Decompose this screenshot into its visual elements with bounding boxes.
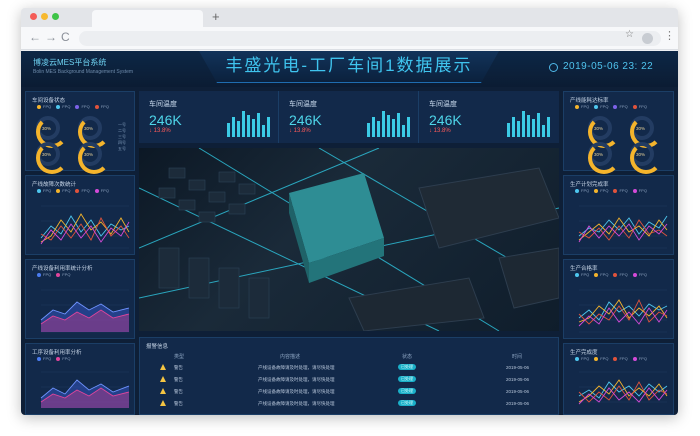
browser-window: + ← → C ☆ ⋮ 博凌云MES平台系统 Bolin MES Backgro… xyxy=(21,8,678,415)
factory-scene-illustration xyxy=(139,148,559,331)
stat-card-temperature-3: 车间温度 246K ↓ 13.8% xyxy=(419,91,559,143)
panel-legend: FPQ FPQ FPQ FPQ xyxy=(32,188,109,193)
panel-legend: FPQ FPQ FPQ FPQ xyxy=(570,272,647,277)
panel-production-completion: 生产完成度 FPQ FPQ FPQ FPQ xyxy=(563,343,674,415)
panel-legend: FPQ FPQ xyxy=(32,272,70,277)
panel-title: 生产计划完成率 xyxy=(570,182,609,188)
quality-line-chart xyxy=(578,289,668,333)
clock-icon xyxy=(549,63,558,72)
stat-title: 车间温度 xyxy=(149,101,177,108)
gauge-value: 30% xyxy=(594,126,604,131)
maximize-window-button[interactable] xyxy=(52,13,59,20)
tab-bar: + xyxy=(21,8,678,27)
panel-title: 工序设备利用率分析 xyxy=(32,350,82,356)
gauge-value: 30% xyxy=(42,126,52,131)
stat-change: ↓ 13.8% xyxy=(289,128,311,134)
address-bar[interactable] xyxy=(79,31,661,46)
reload-icon[interactable]: C xyxy=(61,30,70,44)
page-title: 丰盛光电-工厂车间1数据展示 xyxy=(225,56,473,75)
panel-title: 产线故障次数统计 xyxy=(32,182,77,188)
stat-value: 246K xyxy=(149,112,182,128)
bookmark-star-icon[interactable]: ☆ xyxy=(625,29,634,40)
side-legend: 一号 二号 三号 四号 五号 xyxy=(118,122,126,151)
minimize-window-button[interactable] xyxy=(41,13,48,20)
panel-legend: FPQ FPQ FPQ FPQ xyxy=(570,104,647,109)
table-row[interactable]: 警告 产线设备故障请及时处理，请尽快处理 已处理 2019-05-06 xyxy=(140,386,560,397)
page-title-plate: 丰盛光电-工厂车间1数据展示 xyxy=(199,51,499,83)
stat-card-temperature-2: 车间温度 246K ↓ 13.8% xyxy=(279,91,419,143)
stat-value: 246K xyxy=(289,112,322,128)
panel-title: 报警信息 xyxy=(146,344,169,350)
panel-legend: FPQ FPQ FPQ FPQ xyxy=(570,356,647,361)
process-area-chart xyxy=(40,371,130,408)
forward-icon[interactable]: → xyxy=(45,30,57,44)
fault-line-chart xyxy=(40,205,130,249)
close-window-button[interactable] xyxy=(30,13,37,20)
brand-title: 博凌云MES平台系统 xyxy=(33,58,107,67)
status-badge: 已处理 xyxy=(398,388,416,394)
warning-icon xyxy=(160,376,166,382)
dashboard-header: 博凌云MES平台系统 Bolin MES Background Manageme… xyxy=(21,51,678,87)
warning-icon xyxy=(160,400,166,406)
panel-quality-rate: 生产合格率 FPQ FPQ FPQ FPQ xyxy=(563,259,674,339)
plan-line-chart xyxy=(578,205,668,249)
table-row[interactable]: 警告 产线设备故障请及时处理，请尽快处理 已处理 2019-05-06 xyxy=(140,362,560,373)
gauge-value: 30% xyxy=(636,126,646,131)
panel-legend: FPQ FPQ FPQ FPQ xyxy=(570,188,647,193)
panel-fault-count: 产线故障次数统计 FPQ FPQ FPQ FPQ xyxy=(25,175,135,255)
alarm-panel: 报警信息 类型 内容描述 状态 时间 警告 产线设备故障请及时处理，请尽快处理 已处… xyxy=(139,337,559,415)
utilization-area-chart xyxy=(40,289,130,333)
column-header: 类型 xyxy=(174,354,185,360)
stat-title: 车间温度 xyxy=(289,101,317,108)
dashboard: 博凌云MES平台系统 Bolin MES Background Manageme… xyxy=(21,51,678,415)
warning-icon xyxy=(160,364,166,370)
clock-readout: 2019-05-06 23: 22 xyxy=(563,61,654,72)
stat-title: 车间温度 xyxy=(429,101,457,108)
gauge-value: 30% xyxy=(594,152,604,157)
stat-change: ↓ 13.8% xyxy=(429,128,451,134)
panel-title: 生产合格率 xyxy=(570,266,598,272)
panel-process-utilization: 工序设备利用率分析 FPQ FPQ xyxy=(25,343,135,415)
browser-tab[interactable] xyxy=(92,10,203,27)
mini-bar-chart xyxy=(367,109,411,137)
browser-menu-icon[interactable]: ⋮ xyxy=(664,29,675,42)
stat-card-temperature-1: 车间温度 246K ↓ 13.8% xyxy=(139,91,279,143)
panel-legend: FPQ FPQ FPQ FPQ xyxy=(32,104,109,109)
table-row[interactable]: 警告 产线设备故障请及时处理，请尽快处理 已处理 2019-05-06 xyxy=(140,374,560,385)
panel-plan-completion: 生产计划完成率 FPQ FPQ FPQ FPQ xyxy=(563,175,674,255)
nav-bar: ← → C ☆ ⋮ xyxy=(21,27,678,50)
warning-icon xyxy=(160,388,166,394)
mini-bar-chart xyxy=(227,109,271,137)
status-badge: 已处理 xyxy=(398,364,416,370)
panel-title: 产线能耗达标率 xyxy=(570,98,609,104)
completion-line-chart xyxy=(578,371,668,405)
gauge-value: 30% xyxy=(84,126,94,131)
panel-title: 生产完成度 xyxy=(570,350,598,356)
stat-change: ↓ 13.8% xyxy=(149,128,171,134)
panel-title: 产线设备利用率统计分析 xyxy=(32,266,93,272)
panel-energy-rate: 产线能耗达标率 FPQ FPQ FPQ FPQ 30% 30% 30% 30% xyxy=(563,91,674,174)
gauge-value: 30% xyxy=(42,152,52,157)
gauge-value: 30% xyxy=(84,152,94,157)
column-header: 内容描述 xyxy=(280,354,301,360)
panel-utilization-analysis: 产线设备利用率统计分析 FPQ FPQ xyxy=(25,259,135,339)
factory-3d-view[interactable] xyxy=(139,148,559,331)
status-badge: 已处理 xyxy=(398,376,416,382)
column-header: 状态 xyxy=(402,354,413,360)
panel-title: 车间设备状态 xyxy=(32,98,66,104)
new-tab-button[interactable]: + xyxy=(212,9,220,24)
gauge-value: 30% xyxy=(636,152,646,157)
panel-equipment-status: 车间设备状态 FPQ FPQ FPQ FPQ 30% 30% 30% 30% 一号 二号… xyxy=(25,91,135,174)
table-row[interactable]: 警告 产线设备故障请及时处理，请尽快处理 已处理 2019-05-06 xyxy=(140,398,560,409)
panel-legend: FPQ FPQ xyxy=(32,356,70,361)
stat-value: 246K xyxy=(429,112,462,128)
brand-subtitle: Bolin MES Background Management System xyxy=(33,69,134,75)
profile-avatar[interactable] xyxy=(642,33,653,44)
status-badge: 已处理 xyxy=(398,400,416,406)
back-icon[interactable]: ← xyxy=(29,30,41,44)
column-header: 时间 xyxy=(512,354,523,360)
mini-bar-chart xyxy=(507,109,551,137)
